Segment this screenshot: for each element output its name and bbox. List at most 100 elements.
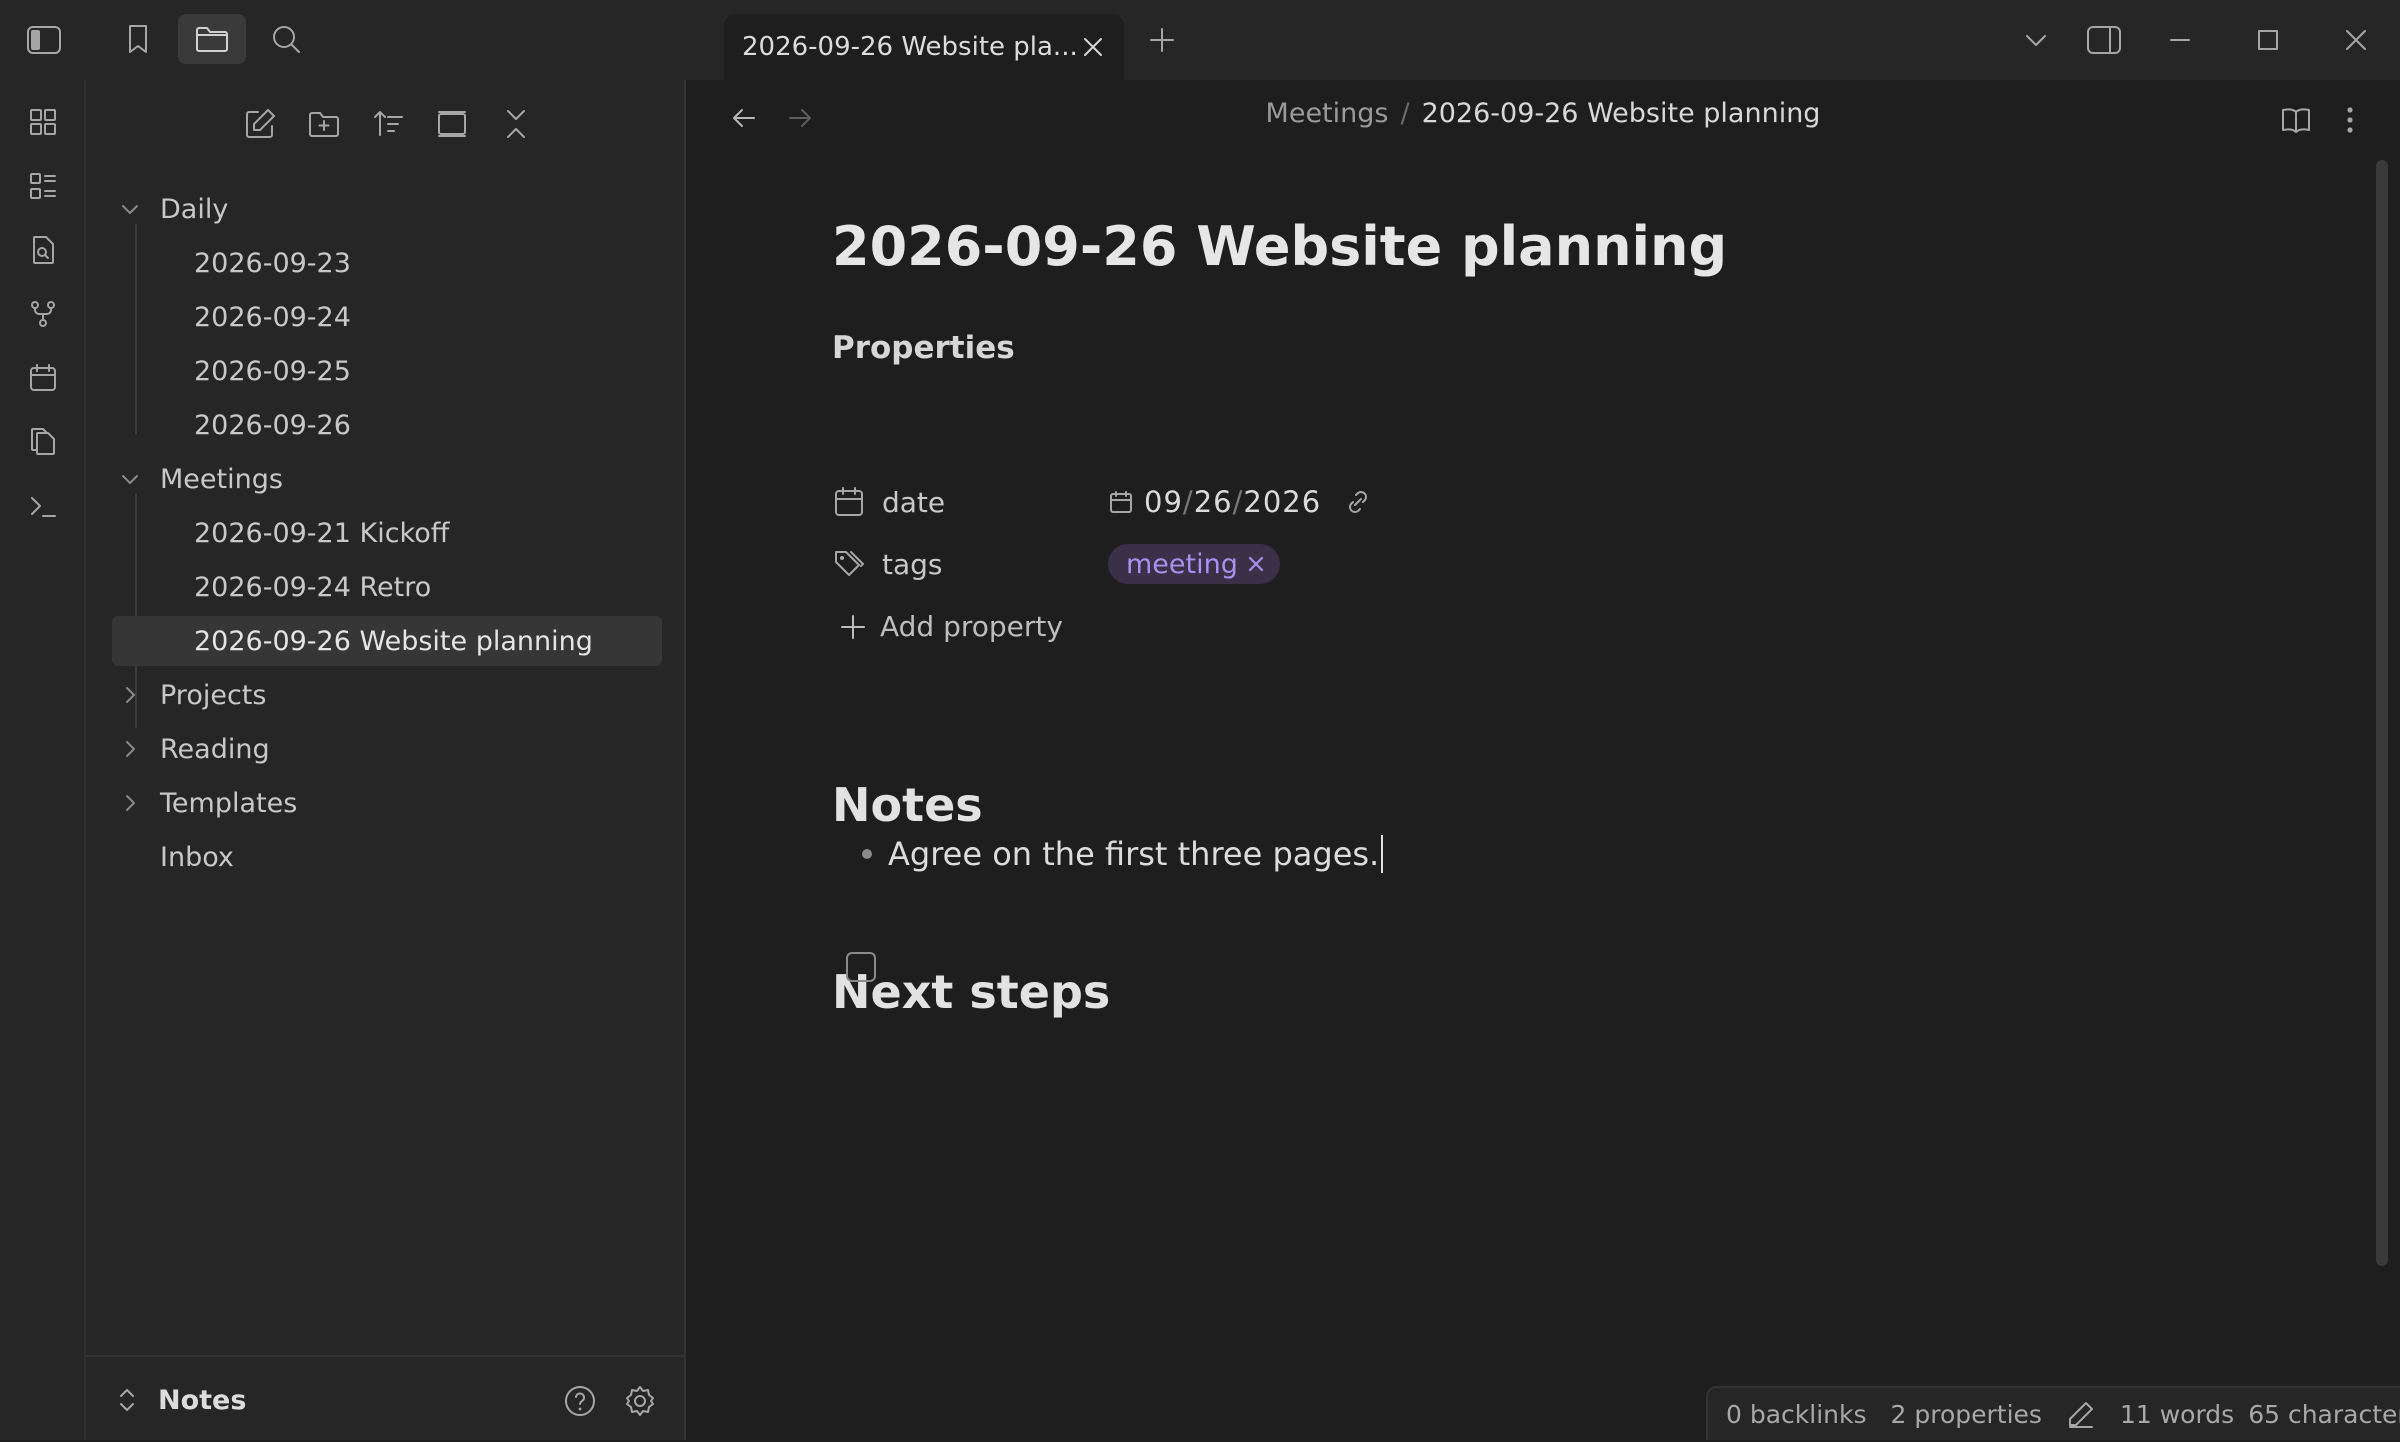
tab-active-note[interactable]: 2026-09-26 Website pla... (724, 14, 1124, 80)
tree-file-item[interactable]: Inbox (112, 832, 662, 882)
book-open-icon (2282, 108, 2310, 133)
maximize-window-button[interactable] (2248, 18, 2288, 62)
add-property-button[interactable]: Add property (838, 610, 1063, 643)
property-key-tags[interactable]: tags (882, 548, 1108, 581)
tree-folder-label: Templates (160, 787, 298, 819)
tree-folder-label: Reading (160, 733, 270, 765)
date-day: 26 (1193, 485, 1233, 519)
chevron-right-icon (112, 792, 148, 814)
editing-mode-button[interactable] (2066, 1399, 2096, 1429)
tree-file-item[interactable]: 2026-09-25 (112, 346, 662, 396)
close-window-button[interactable] (2336, 18, 2376, 62)
file-search-icon (33, 236, 54, 264)
editor-scrollbar[interactable] (2376, 160, 2388, 1266)
sidebar-left-icon (27, 26, 61, 54)
open-daily-note-link-button[interactable] (1343, 487, 1373, 517)
bullet-marker (862, 849, 872, 859)
properties-count[interactable]: 2 properties (1891, 1400, 2042, 1429)
tree-file-item-active[interactable]: 2026-09-26 Website planning (112, 616, 662, 666)
date-month: 09 (1144, 485, 1183, 519)
auto-reveal-button[interactable] (430, 102, 474, 146)
breadcrumb-folder[interactable]: Meetings (1266, 98, 1389, 129)
list-item[interactable]: Agree on the first three pages. (862, 835, 1384, 873)
git-fork-icon (31, 301, 55, 327)
new-tab-button[interactable] (1140, 18, 1184, 62)
bookmarks-tab-button[interactable] (116, 16, 160, 62)
tree-file-label: Inbox (160, 841, 234, 873)
remove-tag-button[interactable] (1246, 554, 1266, 574)
title-bar: 2026-09-26 Website pla... (0, 0, 2400, 80)
ribbon-search-file-button[interactable] (23, 230, 63, 270)
tree-file-label: 2026-09-24 (194, 301, 351, 333)
vault-switcher[interactable]: Notes (116, 1377, 246, 1423)
task-checkbox[interactable] (846, 952, 876, 982)
tab-title: 2026-09-26 Website pla... (742, 32, 1078, 62)
tree-folder-daily[interactable]: Daily (112, 184, 672, 234)
tags-icon (835, 551, 864, 576)
bookmark-icon (129, 25, 147, 53)
tab-close-button[interactable] (1080, 34, 1106, 60)
tree-file-item[interactable]: 2026-09-24 Retro (112, 562, 662, 612)
panel-icon (438, 111, 466, 137)
ribbon-daily-note-button[interactable] (23, 358, 63, 398)
character-count: 65 characters (2248, 1399, 2400, 1429)
tree-file-item[interactable]: 2026-09-24 (112, 292, 662, 342)
copy-file-icon (31, 428, 55, 455)
link-icon (1349, 491, 1368, 513)
collapse-all-button[interactable] (494, 102, 538, 146)
heading-notes[interactable]: Notes (832, 778, 983, 832)
file-explorer-sidebar: Daily 2026-09-23 2026-09-24 2026-09-25 2026-… (86, 80, 686, 1440)
backlinks-count[interactable]: 0 backlinks (1726, 1400, 1867, 1429)
files-tab-button[interactable] (178, 14, 246, 64)
tree-folder-projects[interactable]: Projects (112, 670, 672, 720)
tag-pill-meeting[interactable]: meeting (1108, 544, 1280, 584)
ribbon-graph-button[interactable] (23, 294, 63, 334)
tree-folder-reading[interactable]: Reading (112, 724, 672, 774)
tree-file-item[interactable]: 2026-09-21 Kickoff (112, 508, 662, 558)
text-cursor (1381, 835, 1384, 873)
help-button[interactable] (560, 1381, 600, 1421)
property-key-date[interactable]: date (882, 486, 1108, 519)
ribbon-switcher-button[interactable] (23, 102, 63, 142)
tree-file-item[interactable]: 2026-09-26 (112, 400, 662, 450)
property-date: date 09/26/2026 (832, 477, 1373, 527)
note-title[interactable]: 2026-09-26 Website planning (832, 215, 1727, 278)
settings-button[interactable] (620, 1381, 660, 1421)
plus-icon (841, 614, 865, 639)
ribbon-canvas-button[interactable] (23, 166, 63, 206)
terminal-icon (31, 497, 56, 517)
calendar-icon (30, 364, 56, 391)
vault-name: Notes (158, 1384, 247, 1416)
toggle-right-sidebar-button[interactable] (2080, 18, 2128, 62)
tree-file-item[interactable]: 2026-09-23 (112, 238, 662, 288)
properties-heading[interactable]: Properties (832, 330, 1015, 366)
ribbon-command-palette-button[interactable] (23, 486, 63, 526)
new-folder-button[interactable] (302, 102, 346, 146)
more-options-button[interactable] (2332, 98, 2368, 142)
breadcrumb-current-note[interactable]: 2026-09-26 Website planning (1422, 98, 1821, 129)
tree-folder-templates[interactable]: Templates (112, 778, 672, 828)
tree-folder-meetings[interactable]: Meetings (112, 454, 672, 504)
new-note-button[interactable] (238, 102, 282, 146)
sidebar-right-icon (2087, 26, 2121, 54)
search-tab-button[interactable] (264, 16, 308, 62)
chevron-down-icon (2026, 35, 2046, 46)
list-item-text: Agree on the first three pages. (888, 835, 1380, 873)
date-separator: / (1232, 485, 1244, 519)
status-bar: 0 backlinks 2 properties 11 words 65 cha… (1706, 1386, 2400, 1440)
toggle-left-sidebar-button[interactable] (20, 18, 68, 62)
tree-file-label: 2026-09-26 Website planning (194, 625, 593, 657)
sort-button[interactable] (366, 102, 410, 146)
reading-view-button[interactable] (2274, 98, 2318, 142)
editor-pane: Meetings / 2026-09-26 Website planning 202… (686, 80, 2400, 1440)
ribbon-templates-button[interactable] (23, 422, 63, 462)
tree-folder-label: Projects (160, 679, 267, 711)
gear-icon (626, 1386, 654, 1416)
more-vertical-icon (2347, 107, 2353, 133)
add-property-label: Add property (880, 610, 1063, 643)
folder-icon (196, 27, 228, 52)
tab-list-dropdown-button[interactable] (2014, 18, 2058, 62)
layout-dashboard-icon (30, 173, 56, 199)
date-value-field[interactable]: 09/26/2026 (1108, 485, 1321, 519)
minimize-window-button[interactable] (2160, 18, 2200, 62)
